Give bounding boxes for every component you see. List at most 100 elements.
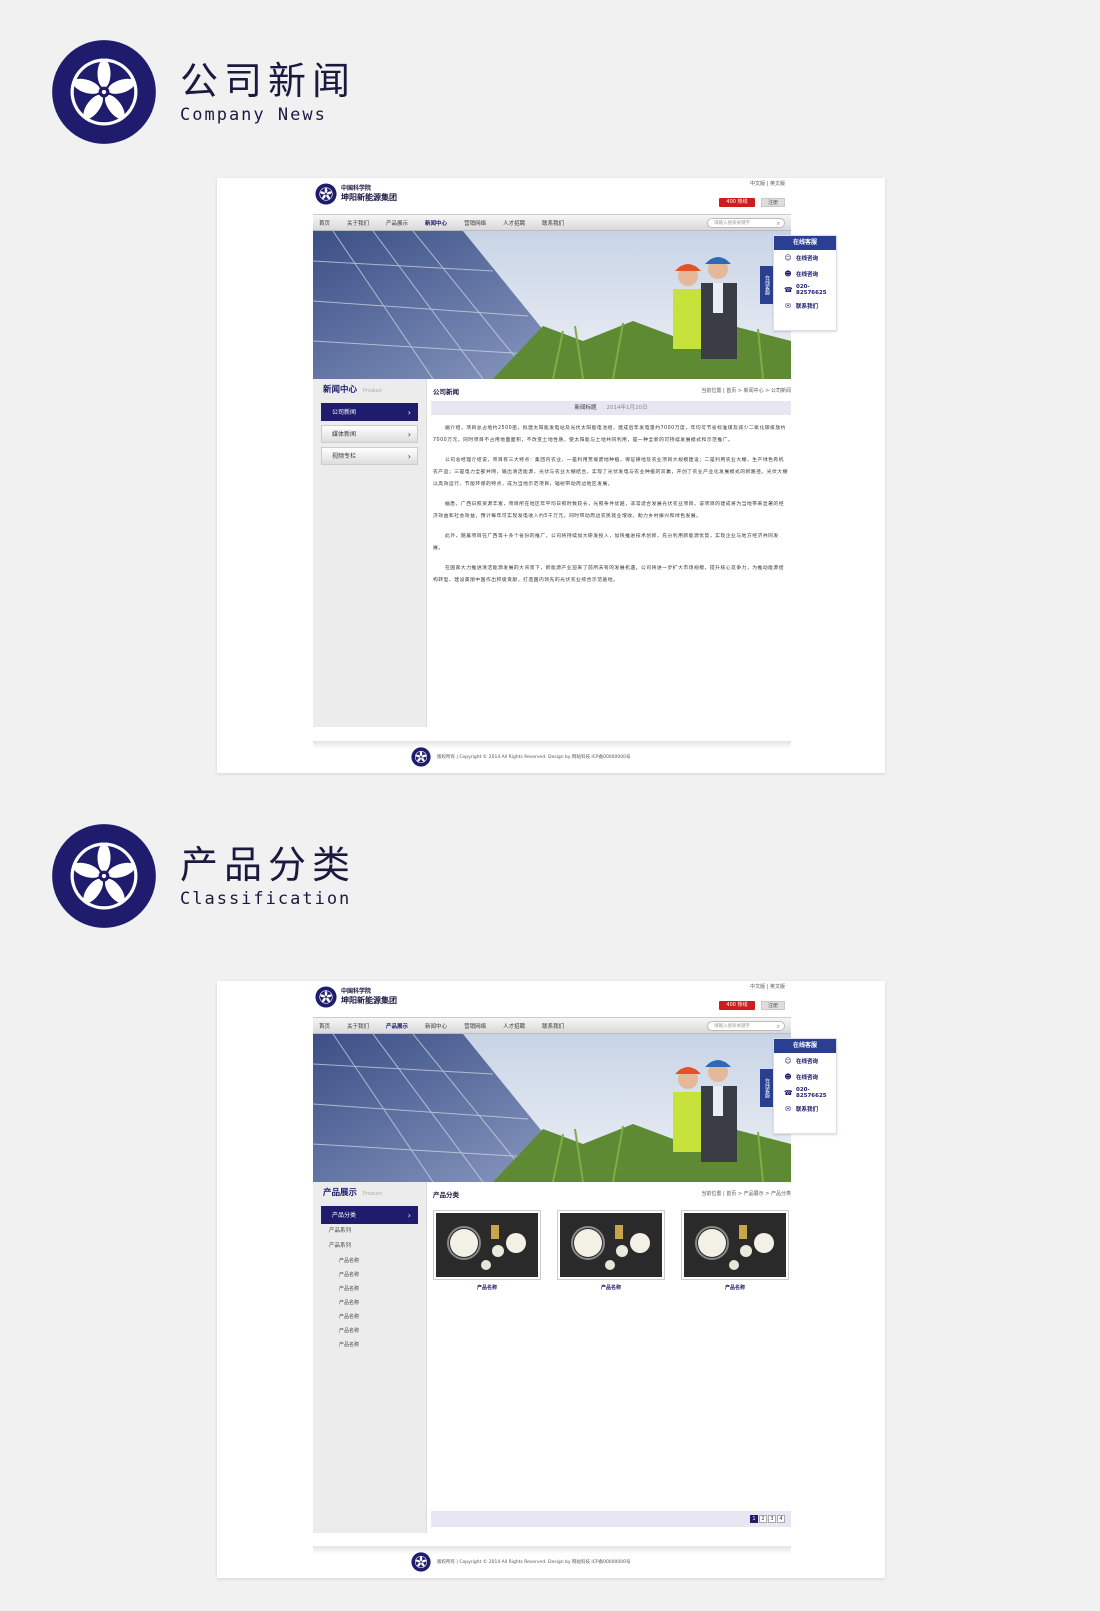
- language-switch[interactable]: 中文版 | 英文版: [750, 983, 785, 990]
- service-contact[interactable]: ✉ 联系我们: [774, 1101, 836, 1117]
- hotline-button[interactable]: 400 热线: [719, 198, 755, 207]
- register-button[interactable]: 注册: [761, 198, 785, 207]
- brand-line2: 坤阳新能源集团: [341, 193, 397, 202]
- product-name[interactable]: 产品名称: [433, 1284, 541, 1291]
- nav-jobs[interactable]: 人才招聘: [503, 219, 525, 227]
- search-input[interactable]: 请输入搜索关键字 ⌕: [707, 1021, 785, 1031]
- sidebar-leaf-product[interactable]: 产品名称: [313, 1268, 426, 1282]
- service-tab[interactable]: 在线客服: [760, 266, 773, 304]
- page-button[interactable]: 3: [768, 1515, 776, 1523]
- service-label: 在线咨询: [796, 1059, 819, 1065]
- section-title-en: Company News: [180, 105, 327, 125]
- product-image[interactable]: [557, 1210, 665, 1280]
- solar-panel-banner-image: [313, 231, 791, 379]
- people-icon: ☻: [784, 1073, 792, 1081]
- content-title: 产品分类: [433, 1191, 459, 1199]
- hotline-button[interactable]: 400 热线: [719, 1001, 755, 1010]
- brand-line1: 中国科学院: [341, 185, 372, 192]
- language-switch[interactable]: 中文版 | 英文版: [750, 180, 785, 187]
- nav-contact[interactable]: 联系我们: [542, 219, 564, 227]
- sidebar-subitem-series[interactable]: 产品系列: [313, 1224, 426, 1239]
- nav-about[interactable]: 关于我们: [347, 219, 369, 227]
- service-consult-1[interactable]: ☺ 在线咨询: [774, 1053, 836, 1069]
- sidebar-item-company-news[interactable]: 公司新闻 ›: [321, 403, 418, 421]
- register-button[interactable]: 注册: [761, 1001, 785, 1010]
- sidebar-leaf-product[interactable]: 产品名称: [313, 1338, 426, 1352]
- site-logo[interactable]: 中国科学院 坤阳新能源集团: [315, 183, 397, 205]
- page-button[interactable]: 4: [777, 1515, 785, 1523]
- sidebar-item-label: 公司新闻: [332, 409, 357, 416]
- product-page-mockup: 中国科学院 坤阳新能源集团 中文版 | 英文版 400 热线 注册 首页 关于我…: [217, 981, 885, 1578]
- solar-panel-banner-image: [313, 1034, 791, 1182]
- service-title: 在线客服: [774, 236, 836, 250]
- mail-icon: ✉: [785, 302, 791, 310]
- nav-about[interactable]: 关于我们: [347, 1022, 369, 1030]
- product-image[interactable]: [681, 1210, 789, 1280]
- copyright-text: 版权所有 | Copyright © 2014 All Rights Reser…: [437, 1560, 631, 1565]
- nav-marketing[interactable]: 营销网络: [464, 219, 486, 227]
- sidebar-leaf-product[interactable]: 产品名称: [313, 1254, 426, 1268]
- people-icon: ☻: [784, 270, 792, 278]
- product-card[interactable]: 产品名称: [681, 1210, 789, 1291]
- brand-line2: 坤阳新能源集团: [341, 996, 397, 1005]
- search-placeholder: 请输入搜索关键字: [714, 1024, 750, 1029]
- chevron-right-icon: ›: [407, 1211, 411, 1220]
- nav-news[interactable]: 新闻中心: [425, 1022, 447, 1030]
- section-header-products: 产品分类 Classification: [50, 822, 356, 930]
- pagination: 1 2 3 4: [431, 1511, 791, 1527]
- product-name[interactable]: 产品名称: [681, 1284, 789, 1291]
- article-paragraph: 据悉，广西日照资源丰富，项目所在地区年平均日照时数较长，光照条件优越，非常适合发…: [433, 502, 785, 519]
- service-contact[interactable]: ✉ 联系我们: [774, 298, 836, 314]
- article-paragraph: 公司总经理介绍说，项目有三大特点：集团内农业、一是利用荒坡废地种植，保证耕地及农…: [433, 458, 788, 487]
- service-consult-2[interactable]: ☻ 在线咨询: [774, 266, 836, 282]
- search-input[interactable]: 请输入搜索关键字 ⌕: [707, 218, 785, 228]
- product-name[interactable]: 产品名称: [557, 1284, 665, 1291]
- article-paragraph: 在国家大力推进清洁能源发展的大背景下，新能源产业迎来了前所未有的发展机遇。公司将…: [433, 566, 785, 583]
- nav-marketing[interactable]: 营销网络: [464, 1022, 486, 1030]
- product-image[interactable]: [433, 1210, 541, 1280]
- sidebar-leaf-product[interactable]: 产品名称: [313, 1282, 426, 1296]
- cas-logo-icon: [52, 824, 156, 928]
- cas-logo-icon: [52, 40, 156, 144]
- product-card[interactable]: 产品名称: [557, 1210, 665, 1291]
- section-header-news: 公司新闻 Company News: [50, 38, 356, 146]
- sidebar-title: 新闻中心 Product: [313, 379, 426, 399]
- sidebar-item-media-news[interactable]: 媒体新闻 ›: [321, 425, 418, 443]
- content-area: 产品分类 当前位置 | 首页 > 产品展示 > 产品分类 产品名称 产品名称 产…: [431, 1182, 791, 1533]
- online-service-panel: 在线客服 在线客服 ☺ 在线咨询 ☻ 在线咨询 ☎ 020-82576625 ✉ 联系我…: [760, 1038, 837, 1134]
- section-title-cn: 公司新闻: [180, 59, 357, 103]
- chevron-right-icon: ›: [407, 430, 411, 439]
- page-button[interactable]: 1: [750, 1515, 758, 1523]
- page-button[interactable]: 2: [759, 1515, 767, 1523]
- site-logo[interactable]: 中国科学院 坤阳新能源集团: [315, 986, 397, 1008]
- search-icon[interactable]: ⌕: [777, 219, 780, 228]
- hero-banner: [313, 1034, 791, 1182]
- nav-home[interactable]: 首页: [319, 219, 330, 227]
- nav-contact[interactable]: 联系我们: [542, 1022, 564, 1030]
- chevron-right-icon: ›: [407, 408, 411, 417]
- nav-products[interactable]: 产品展示: [386, 1022, 408, 1030]
- service-phone[interactable]: ☎ 020-82576625: [774, 282, 836, 298]
- service-phone[interactable]: ☎ 020-82576625: [774, 1085, 836, 1101]
- person-icon: ☺: [784, 254, 792, 262]
- sidebar-leaf-product[interactable]: 产品名称: [313, 1296, 426, 1310]
- product-card[interactable]: 产品名称: [433, 1210, 541, 1291]
- service-consult-2[interactable]: ☻ 在线咨询: [774, 1069, 836, 1085]
- service-tab[interactable]: 在线客服: [760, 1069, 773, 1107]
- service-consult-1[interactable]: ☺ 在线咨询: [774, 250, 836, 266]
- sidebar-title: 产品展示 Product: [313, 1182, 426, 1202]
- nav-products[interactable]: 产品展示: [386, 219, 408, 227]
- search-icon[interactable]: ⌕: [777, 1022, 780, 1031]
- sidebar-leaf-product[interactable]: 产品名称: [313, 1310, 426, 1324]
- nav-home[interactable]: 首页: [319, 1022, 330, 1030]
- sidebar-title-en: Product: [363, 388, 382, 394]
- breadcrumb-path[interactable]: 当前位置 | 首页 > 产品展示 > 产品分类: [701, 1190, 791, 1197]
- nav-news[interactable]: 新闻中心: [425, 219, 447, 227]
- sidebar-subitem-series[interactable]: 产品系列: [313, 1239, 426, 1254]
- sidebar-leaf-product[interactable]: 产品名称: [313, 1324, 426, 1338]
- nav-jobs[interactable]: 人才招聘: [503, 1022, 525, 1030]
- breadcrumb-path[interactable]: 当前位置 | 首页 > 新闻中心 > 公司新闻: [701, 387, 791, 394]
- service-label: 联系我们: [796, 304, 819, 310]
- sidebar-item-video[interactable]: 视频专栏 ›: [321, 447, 418, 465]
- sidebar-item-product-category[interactable]: 产品分类 ›: [321, 1206, 418, 1224]
